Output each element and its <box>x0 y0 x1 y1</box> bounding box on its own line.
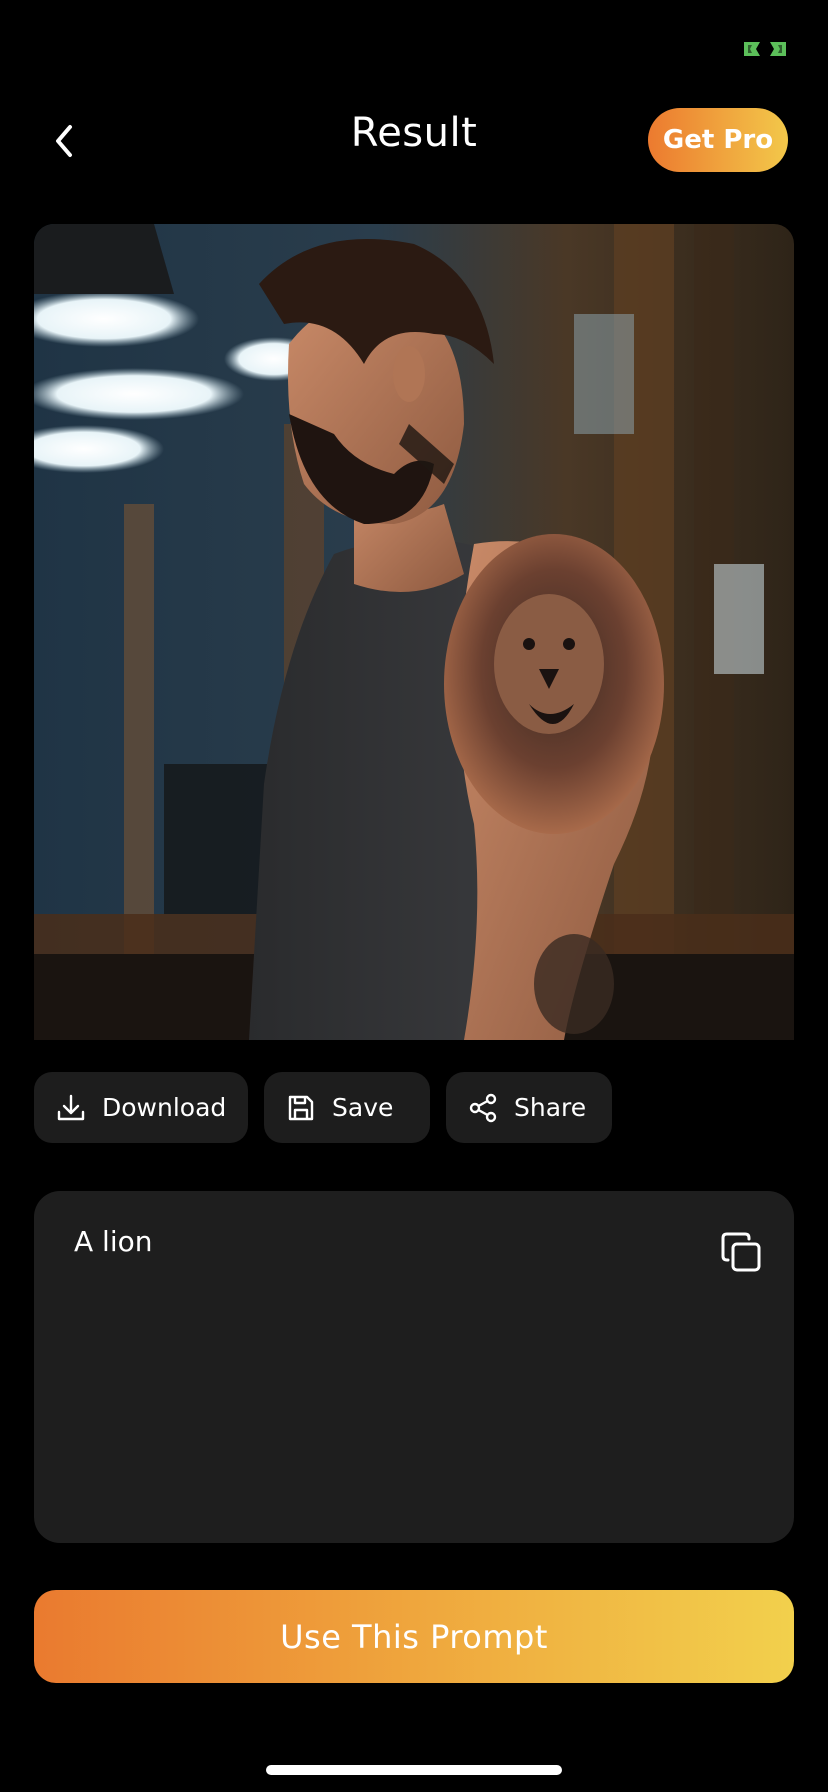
share-label: Share <box>514 1093 587 1122</box>
floppy-disk-icon <box>284 1091 318 1125</box>
get-pro-button[interactable]: Get Pro <box>648 108 788 172</box>
copy-icon <box>721 1232 761 1272</box>
save-button[interactable]: Save <box>264 1072 430 1143</box>
status-indicator-icon <box>744 41 786 57</box>
share-icon <box>466 1091 500 1125</box>
download-icon <box>54 1091 88 1125</box>
copy-button[interactable] <box>716 1227 766 1277</box>
download-label: Download <box>102 1093 227 1122</box>
prompt-card: A lion <box>34 1191 794 1543</box>
result-image <box>34 224 794 1040</box>
home-indicator[interactable] <box>266 1765 562 1775</box>
download-button[interactable]: Download <box>34 1072 248 1143</box>
save-label: Save <box>332 1093 394 1122</box>
share-button[interactable]: Share <box>446 1072 612 1143</box>
prompt-text: A lion <box>74 1225 153 1258</box>
use-prompt-button[interactable]: Use This Prompt <box>34 1590 794 1683</box>
